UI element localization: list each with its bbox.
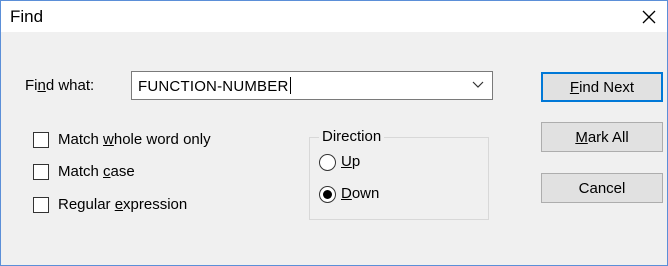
- chevron-down-icon[interactable]: [472, 81, 484, 89]
- find-next-button[interactable]: Find Next: [541, 72, 663, 102]
- close-icon: [642, 10, 656, 24]
- direction-legend: Direction: [319, 128, 385, 145]
- dialog-title: Find: [10, 7, 44, 26]
- direction-group: [309, 137, 489, 220]
- find-dialog: Find Find what: FUNCTION-NUMBER Match wh…: [0, 0, 668, 266]
- direction-down-radio[interactable]: [319, 186, 336, 203]
- cancel-button[interactable]: Cancel: [541, 173, 663, 203]
- regular-expression-checkbox[interactable]: [33, 197, 49, 213]
- close-button[interactable]: [635, 3, 663, 31]
- direction-up-radio[interactable]: [319, 154, 336, 171]
- find-what-combobox[interactable]: FUNCTION-NUMBER: [131, 71, 493, 100]
- direction-down-label[interactable]: Down: [341, 185, 379, 202]
- match-case-label[interactable]: Match case: [58, 163, 135, 180]
- mark-all-button[interactable]: Mark All: [541, 122, 663, 152]
- match-case-checkbox[interactable]: [33, 164, 49, 180]
- find-what-label: Find what:: [25, 77, 95, 94]
- direction-up-label[interactable]: Up: [341, 153, 360, 170]
- find-what-value[interactable]: FUNCTION-NUMBER: [138, 77, 291, 95]
- match-whole-word-checkbox[interactable]: [33, 132, 49, 148]
- regular-expression-label[interactable]: Regular expression: [58, 196, 187, 213]
- title-bar[interactable]: Find: [1, 1, 667, 32]
- match-whole-word-label[interactable]: Match whole word only: [58, 131, 211, 148]
